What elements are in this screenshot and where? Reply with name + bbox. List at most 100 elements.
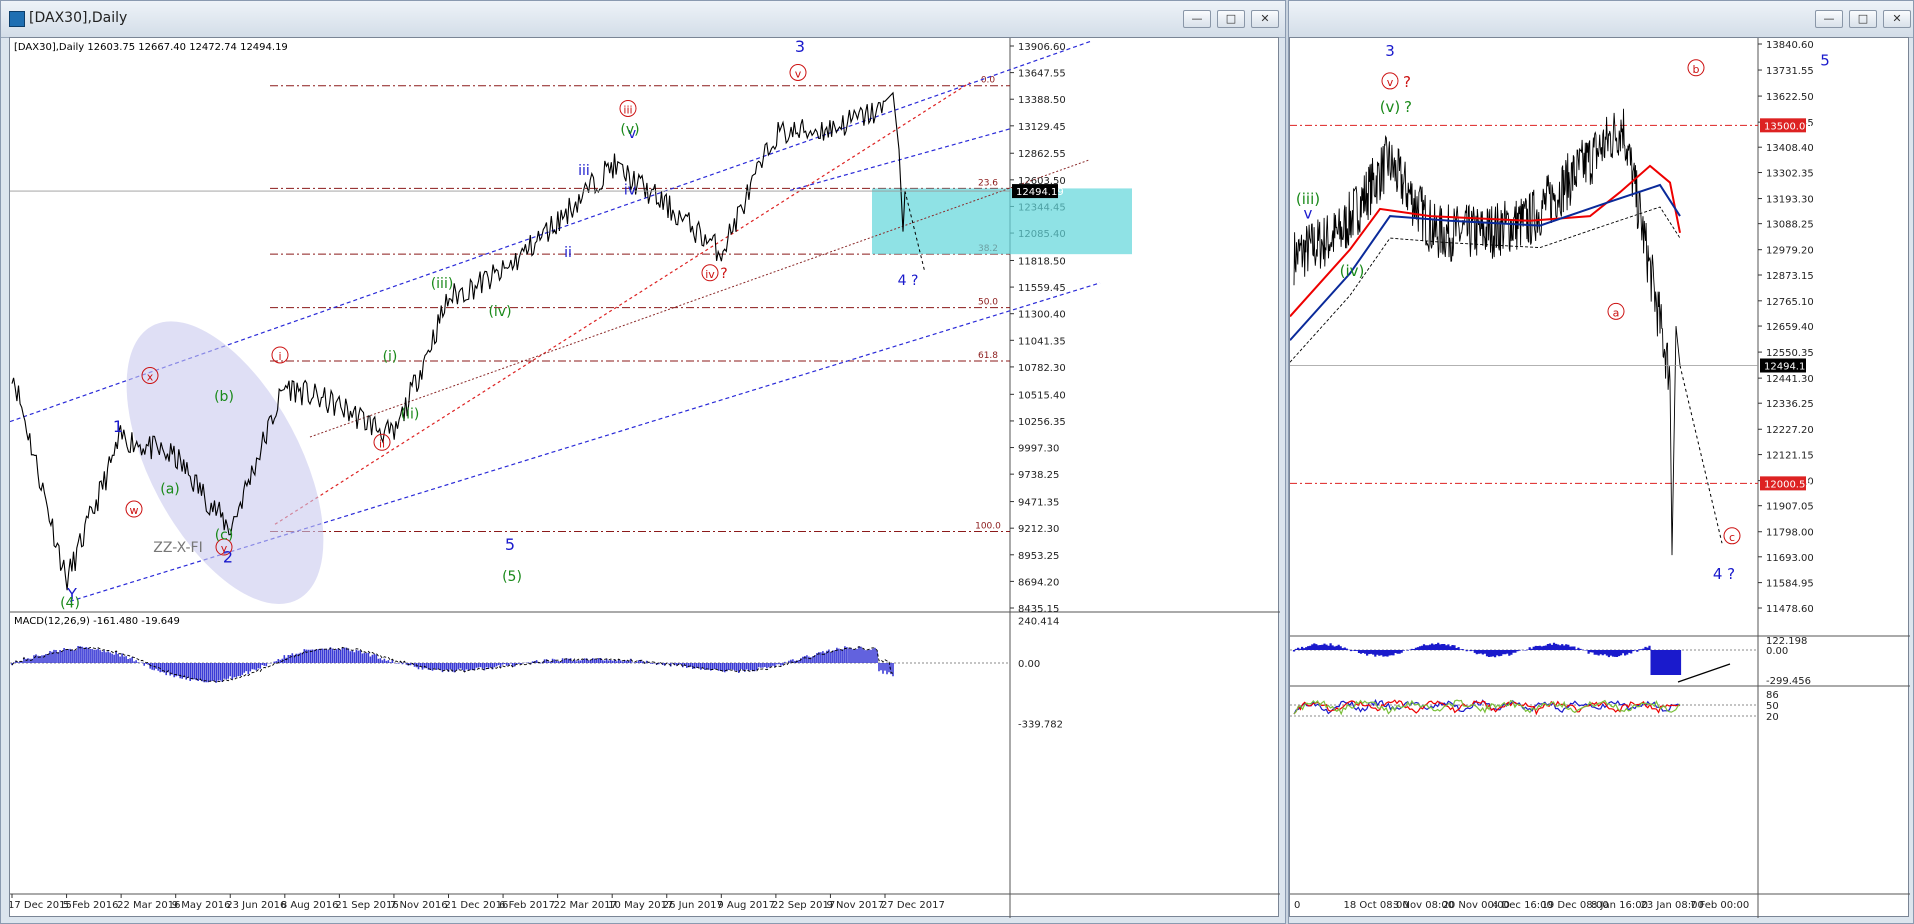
- indicator2-axis-label: 50: [1766, 701, 1779, 712]
- wave-label: (iii): [431, 276, 454, 292]
- wave-label: (c): [215, 528, 234, 544]
- wave-label: v: [1304, 204, 1313, 222]
- price-axis-label: 13302.35: [1766, 169, 1814, 180]
- date-axis-label: 26 Jun 2017: [663, 900, 723, 911]
- indicator-axis-label: 0.00: [1766, 646, 1788, 657]
- daily-price-chart[interactable]: 13906.60 13647.55 13388.50 13129.45 12862.55…: [10, 38, 1280, 918]
- price-axis-label: 9997.30: [1018, 444, 1059, 455]
- wave-label: iv: [624, 183, 636, 199]
- date-axis-label: 27 Dec 2017: [881, 900, 945, 911]
- fib-level-label: 100.0: [975, 521, 1001, 531]
- wave-label: x: [147, 371, 154, 384]
- ind1-histogram: [1292, 642, 1682, 675]
- wave-label: b: [1693, 63, 1700, 76]
- wave-label: (b): [214, 389, 234, 405]
- window-titlebar[interactable]: [DAX30],Daily — □ ✕: [1, 1, 1285, 38]
- price-axis-label: 13408.40: [1766, 143, 1814, 154]
- wave-label: (iv): [1340, 262, 1365, 280]
- date-axis-label: 9 Nov 2017: [826, 900, 884, 911]
- date-axis-label: 23 Jun 2016: [226, 900, 286, 911]
- level-label: 13500.00: [1764, 121, 1812, 132]
- wave-label: ?: [720, 266, 727, 282]
- current-price-label: 12494.19: [1016, 187, 1064, 198]
- trend-line-red: [274, 82, 971, 525]
- daily-chart-window[interactable]: [DAX30],Daily — □ ✕ 13906.60 13647.55 1338…: [0, 0, 1286, 924]
- indicator2-axis-label: 20: [1766, 712, 1779, 723]
- date-axis-label: 9 Aug 2017: [717, 900, 775, 911]
- price-axis-label: 13906.60: [1018, 42, 1066, 53]
- wave-label: iii: [623, 103, 632, 116]
- wave-label: a: [1613, 306, 1620, 319]
- close-button-right[interactable]: ✕: [1883, 10, 1911, 28]
- date-axis-label: 5 Feb 2016: [63, 900, 119, 911]
- wave-label: 3: [1385, 42, 1395, 60]
- price-axis-label: 11300.40: [1018, 310, 1066, 321]
- fib-level-label: 61.8: [978, 351, 998, 361]
- wave-label: c: [1729, 531, 1735, 544]
- wave-label: ZZ-X-FI: [153, 540, 202, 556]
- wave-label: (a): [160, 481, 180, 497]
- wave-label: (5): [502, 569, 522, 585]
- price-axis-label: 12336.25: [1766, 399, 1814, 410]
- chart-window-icon: [9, 11, 25, 27]
- wave-label: (4): [60, 596, 80, 612]
- chart-info-label: [DAX30],Daily 12603.75 12667.40 12472.74…: [14, 42, 288, 53]
- price-axis-label: 8435.15: [1018, 604, 1059, 615]
- current-price-label-right: 12494.19: [1764, 361, 1812, 372]
- date-axis-label: 0: [1294, 900, 1300, 911]
- price-axis-label: 11478.60: [1766, 604, 1814, 615]
- price-axis-label: 12765.10: [1766, 297, 1814, 308]
- wave-label: 4 ?: [1713, 565, 1735, 583]
- retracement-zone: [872, 188, 1132, 255]
- date-axis-label: 8 Aug 2016: [281, 900, 339, 911]
- price-axis-label: 12979.20: [1766, 246, 1814, 257]
- date-axis-label: 9 May 2016: [172, 900, 231, 911]
- price-axis-label: 13129.45: [1018, 122, 1066, 133]
- wave-label: ii: [564, 245, 572, 261]
- window-titlebar-right[interactable]: — □ ✕: [1289, 1, 1913, 38]
- macd-histogram: [11, 646, 894, 683]
- date-axis-label: 6 Feb 2017: [499, 900, 555, 911]
- date-axis-label: 7 Feb 00:00: [1690, 900, 1749, 911]
- price-axis-label: 13647.55: [1018, 69, 1066, 80]
- fib-level-label: 50.0: [978, 298, 998, 308]
- wave-label: v: [795, 67, 802, 80]
- price-axis-label: 12441.30: [1766, 374, 1814, 385]
- price-axis-label: 13388.50: [1018, 95, 1066, 106]
- price-axis-label: 10782.30: [1018, 363, 1066, 374]
- price-axis-label: 9471.35: [1018, 498, 1059, 509]
- wave-label: v: [1387, 76, 1394, 89]
- price-axis-label: 12121.15: [1766, 451, 1814, 462]
- price-axis-label: 8694.20: [1018, 577, 1059, 588]
- close-button[interactable]: ✕: [1251, 10, 1279, 28]
- wave-label: 4 ?: [898, 273, 919, 289]
- date-axis-label: 7 Nov 2016: [390, 900, 448, 911]
- price-chart-area-right[interactable]: 13840.6013731.5513622.5013513.4513408.40…: [1289, 37, 1910, 918]
- wave-label: (iv): [488, 304, 511, 320]
- price-axis-label: 9738.25: [1018, 470, 1059, 481]
- price-axis-label: 11818.50: [1018, 256, 1066, 267]
- intraday-price-chart[interactable]: 13840.6013731.5513622.5013513.4513408.40…: [1290, 38, 1910, 918]
- wave-label: 2: [223, 547, 233, 566]
- macd-axis-label: 0.00: [1018, 659, 1040, 670]
- wave-label: (ii): [401, 407, 420, 423]
- intraday-chart-window[interactable]: — □ ✕ 13840.6013731.5513622.5013513.4513…: [1288, 0, 1914, 924]
- maximize-button[interactable]: □: [1217, 10, 1245, 28]
- minimize-button-right[interactable]: —: [1815, 10, 1843, 28]
- price-axis-label: 11584.95: [1766, 579, 1814, 590]
- projection-line-right: [1679, 365, 1723, 544]
- price-axis-label: 11907.05: [1766, 502, 1814, 513]
- price-chart-area[interactable]: 13906.60 13647.55 13388.50 13129.45 12862.55…: [9, 37, 1280, 918]
- price-axis-label: 11693.00: [1766, 553, 1814, 564]
- window-title: [DAX30],Daily: [29, 10, 128, 26]
- wave-label: 1: [113, 417, 123, 436]
- wave-label: (v): [1380, 98, 1401, 116]
- ind1-trend-line: [1677, 663, 1731, 683]
- correction-ellipse: [126, 321, 324, 604]
- price-axis-label: 13622.50: [1766, 92, 1814, 103]
- maximize-button-right[interactable]: □: [1849, 10, 1877, 28]
- minimize-button[interactable]: —: [1183, 10, 1211, 28]
- wave-label: ?: [1403, 73, 1411, 91]
- wave-label: ?: [1404, 98, 1412, 116]
- wave-label: iii: [578, 163, 590, 179]
